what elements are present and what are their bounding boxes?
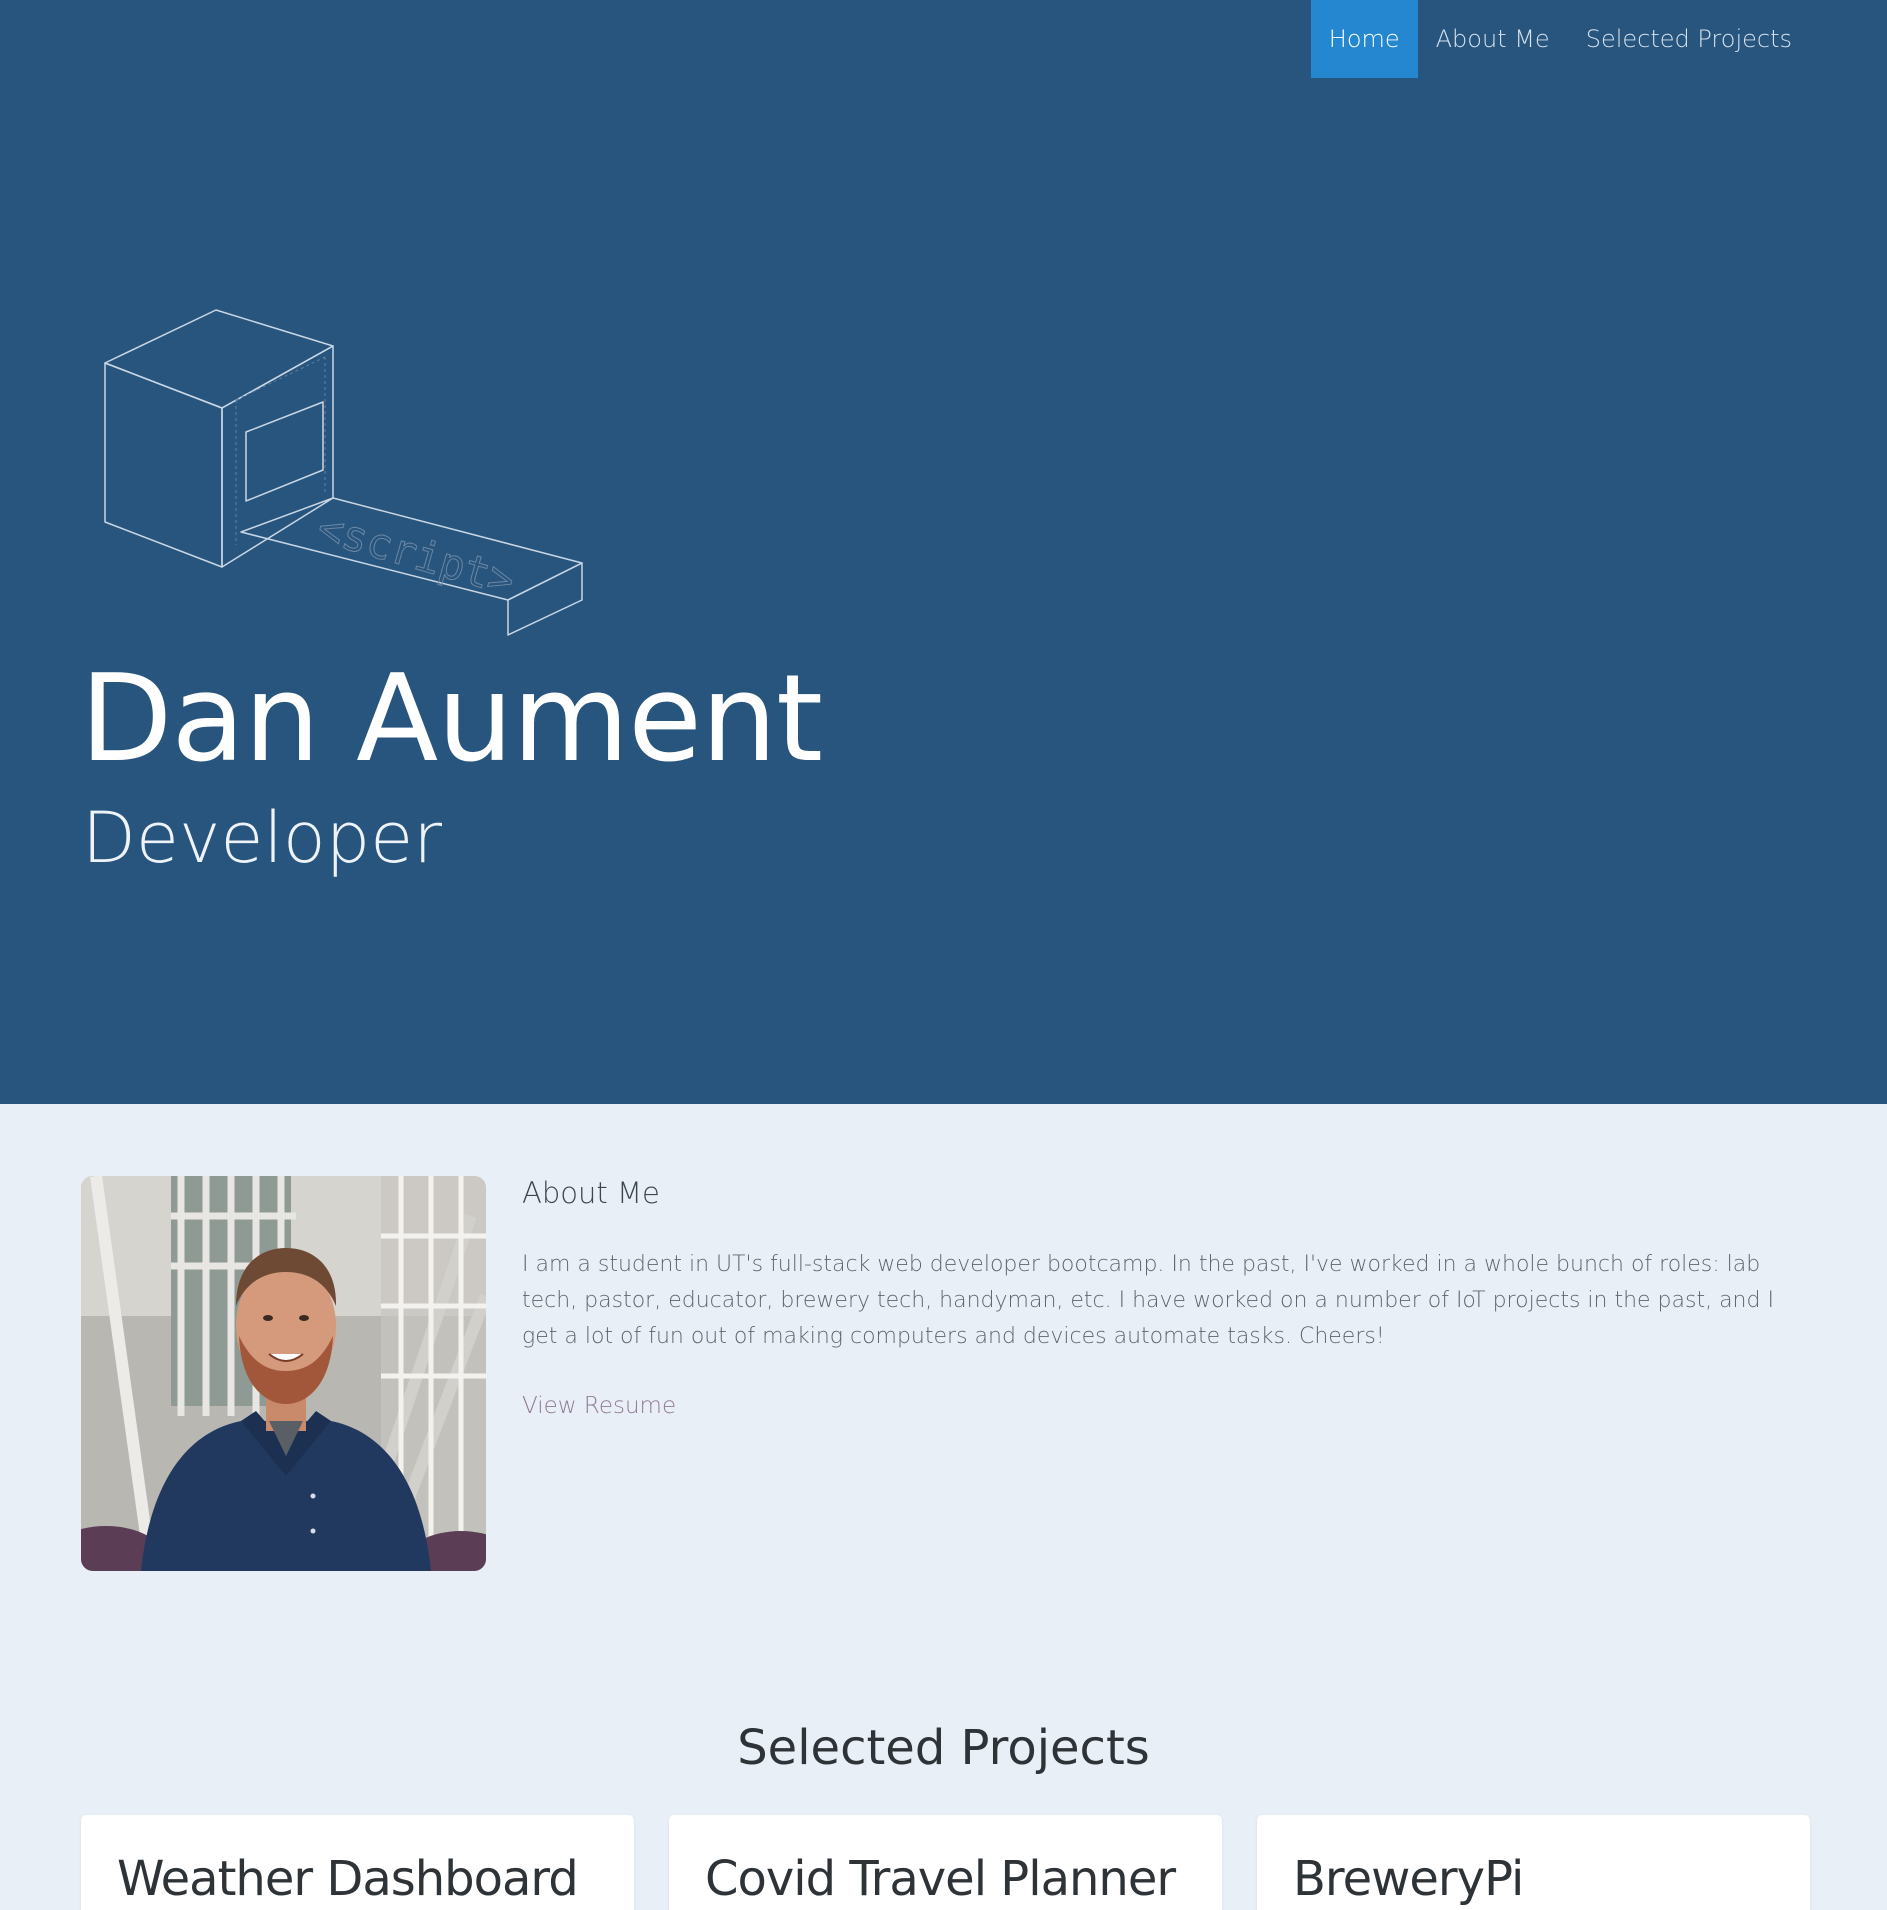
portrait-image [81, 1176, 486, 1571]
nav-item-about-me[interactable]: About Me [1418, 0, 1568, 78]
hero-section: Home About Me Selected Projects <script>… [0, 0, 1887, 1104]
project-card-title: Covid Travel Planner [705, 1851, 1176, 1907]
projects-title: Selected Projects [737, 1720, 1150, 1776]
project-card-brewerypi[interactable]: BreweryPi [1257, 1815, 1810, 1910]
project-card-title: Weather Dashboard [117, 1851, 579, 1907]
logo-script-text: <script> [312, 503, 520, 606]
hero-name: Dan Aument [80, 650, 823, 789]
about-description: I am a student in UT's full-stack web de… [522, 1252, 1774, 1349]
about-title: About Me [522, 1176, 660, 1210]
nav-item-home[interactable]: Home [1310, 0, 1418, 78]
hero-role: Developer [82, 797, 443, 879]
script-box-logo-icon: <script> [104, 309, 583, 636]
profile-photo [81, 1176, 486, 1571]
view-resume-link[interactable]: View Resume [522, 1393, 676, 1419]
project-card-covid-travel-planner[interactable]: Covid Travel Planner [669, 1815, 1222, 1910]
nav-item-selected-projects[interactable]: Selected Projects [1568, 0, 1810, 78]
project-card-weather-dashboard[interactable]: Weather Dashboard [81, 1815, 634, 1910]
top-nav: Home About Me Selected Projects [1310, 0, 1810, 78]
project-card-title: BreweryPi [1293, 1851, 1524, 1907]
